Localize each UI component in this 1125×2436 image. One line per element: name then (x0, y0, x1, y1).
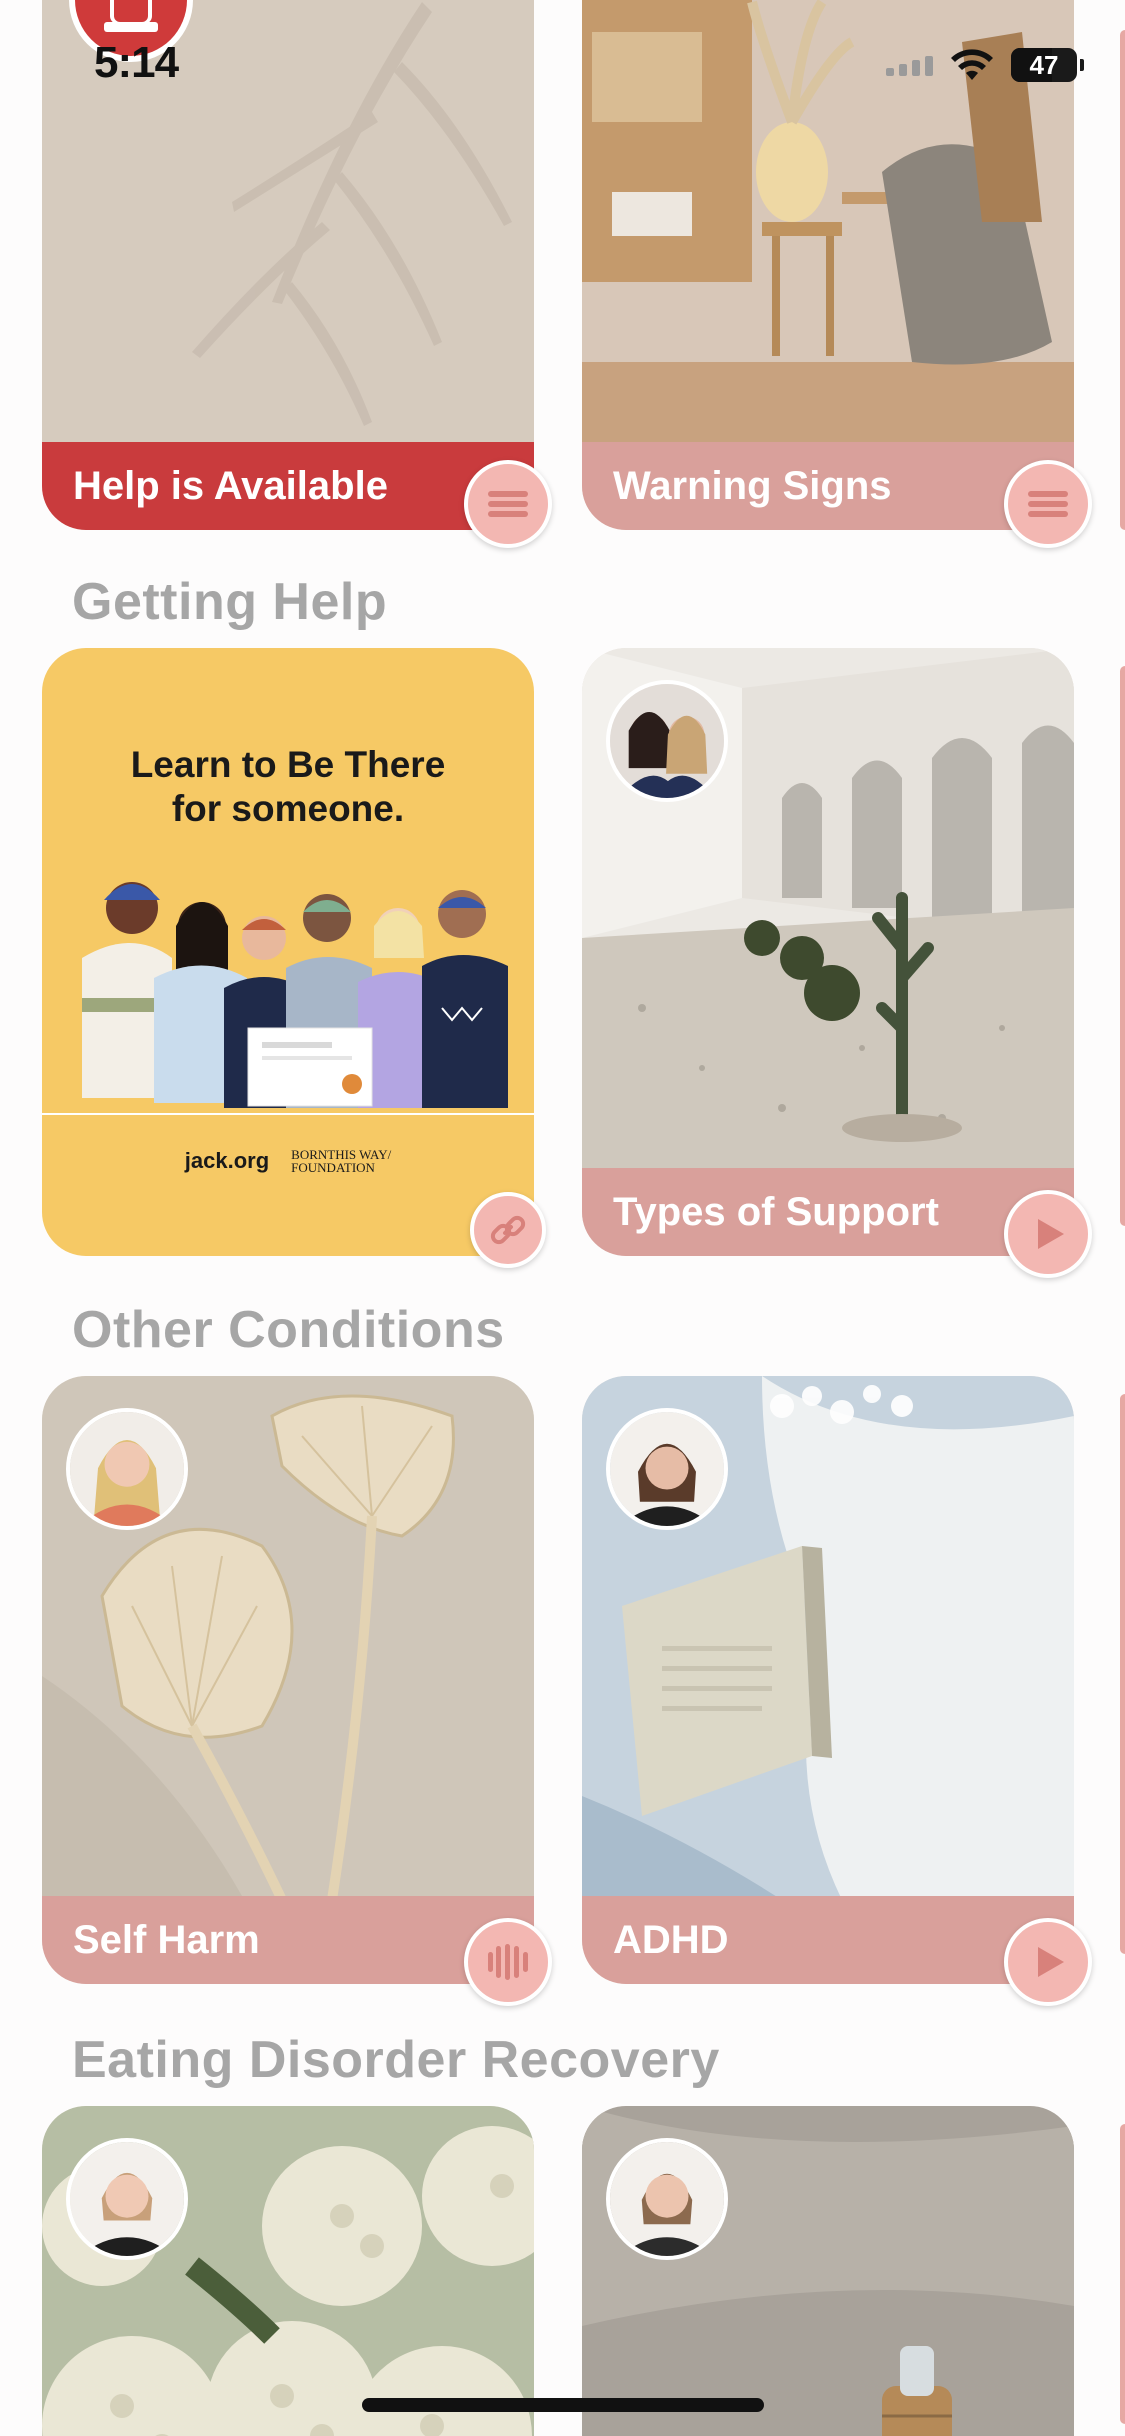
born-this-way-logo: BORNTHIS WAY/ FOUNDATION (291, 1147, 392, 1175)
section-title-getting-help: Getting Help (72, 573, 388, 631)
jack-org-logo: jack.org (184, 1148, 270, 1173)
play-button[interactable] (1004, 1190, 1092, 1278)
card-label: ADHD (582, 1896, 1074, 1984)
presenter-avatar (606, 1408, 728, 1530)
next-card-edge (1120, 30, 1125, 530)
list-icon (1028, 491, 1068, 517)
home-indicator[interactable] (362, 2398, 764, 2412)
play-icon (1038, 1947, 1064, 1977)
card-help-is-available[interactable]: Help is Available (42, 0, 534, 530)
next-card-edge (1120, 1394, 1125, 1954)
card-label: Self Harm (42, 1896, 534, 1984)
card-warning-signs[interactable]: Warning Signs (582, 0, 1074, 530)
illustration-group-of-people (42, 882, 534, 1115)
play-button[interactable] (1004, 1918, 1092, 2006)
link-icon (490, 1215, 526, 1245)
open-link-button[interactable] (470, 1192, 546, 1268)
next-card-edge (1120, 2124, 1125, 2424)
presenter-avatar (606, 2138, 728, 2260)
presenter-avatar (606, 680, 728, 802)
list-menu-button[interactable] (464, 460, 552, 548)
play-icon (1038, 1219, 1064, 1249)
presenter-avatar (66, 2138, 188, 2260)
list-menu-button[interactable] (1004, 460, 1092, 548)
card-headline: Learn to Be There for someone. (130, 744, 446, 829)
list-icon (488, 491, 528, 517)
audio-button[interactable] (464, 1918, 552, 2006)
card-footer-logos: jack.org BORNTHIS WAY/ FOUNDATION (42, 1148, 534, 1174)
siren-logo-icon (69, 0, 193, 62)
section-title-other-conditions: Other Conditions (72, 1301, 505, 1359)
next-card-edge (1120, 666, 1125, 1226)
card-label: Help is Available (42, 442, 534, 530)
card-image-room-interior (582, 0, 1074, 446)
card-learn-to-be-there[interactable]: Learn to Be There for someone. jack.org (42, 648, 534, 1256)
card-label: Types of Support (582, 1168, 1074, 1256)
audio-wave-icon (488, 1944, 528, 1980)
card-label: Warning Signs (582, 442, 1074, 530)
section-title-eating-disorder-recovery: Eating Disorder Recovery (72, 2031, 720, 2089)
presenter-avatar (66, 1408, 188, 1530)
